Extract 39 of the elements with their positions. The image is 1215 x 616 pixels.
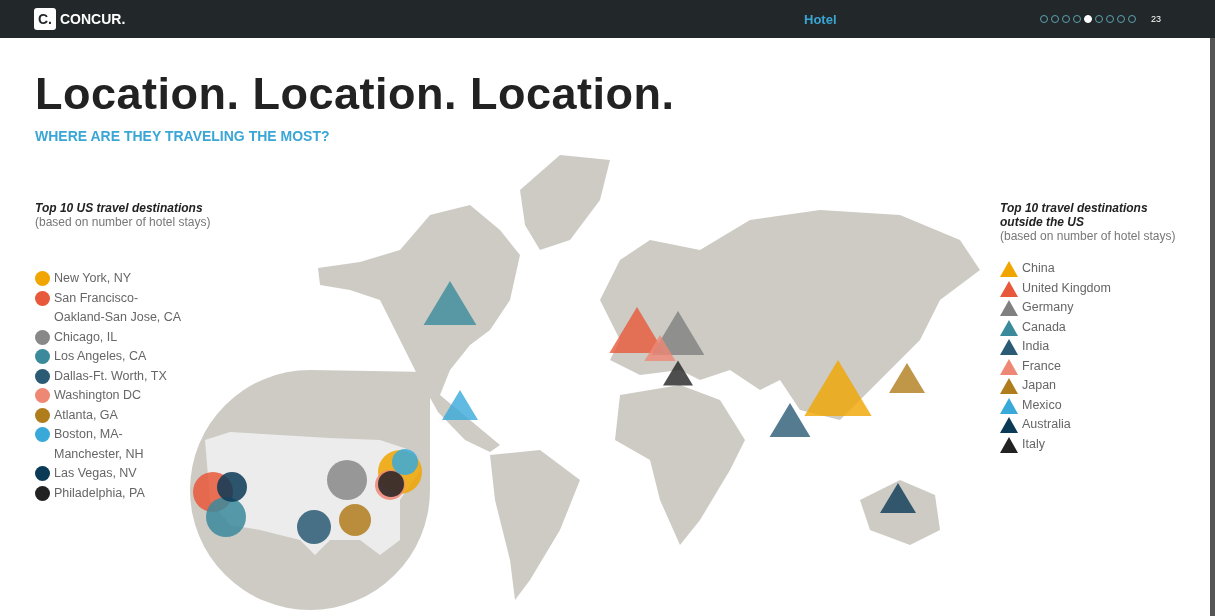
legend-label: Chicago, IL	[54, 328, 118, 346]
legend-label: India	[1022, 338, 1050, 355]
country-marker	[880, 483, 916, 513]
legend-title: Top 10 US travel destinations	[35, 201, 204, 215]
city-marker	[206, 497, 246, 537]
logo-text: CONCUR.	[60, 11, 126, 27]
logo-mark: C.	[34, 8, 56, 30]
legend-label: Philadelphia, PA	[54, 484, 145, 502]
country-marker	[889, 363, 925, 393]
legend-label: Boston, MA-Manchester, NH	[54, 426, 145, 463]
legend-label: Mexico	[1022, 396, 1062, 414]
legend-label: Atlanta, GA	[54, 406, 118, 424]
legend-label: Canada	[1022, 318, 1066, 336]
legend-label: Las Vegas, NV	[54, 465, 137, 482]
legend-label: Dallas-Ft. Worth, TX	[54, 367, 167, 385]
legend-note: (based on number of hotel stays)	[35, 215, 212, 229]
legend-label: Australia	[1022, 416, 1071, 433]
legend-label: China	[1022, 260, 1055, 277]
legend-label: Washington DC	[54, 387, 142, 404]
subtitle: WHERE ARE THEY TRAVELING THE MOST?	[35, 128, 331, 144]
city-marker	[327, 460, 367, 500]
country-marker	[442, 390, 478, 420]
page-number: 23	[1151, 14, 1161, 24]
page-title: Location. Location. Location.	[35, 67, 676, 121]
city-marker	[339, 504, 371, 536]
legend-label: Japan	[1022, 377, 1057, 394]
city-marker	[217, 472, 247, 502]
legend-note: (based on number of hotel stays)	[1000, 229, 1177, 243]
legend-label: Italy	[1022, 435, 1045, 453]
legend-label: Germany	[1022, 299, 1074, 316]
city-marker	[297, 510, 331, 544]
legend-label: New York, NY	[54, 270, 132, 287]
legend-label: Los Angeles, CA	[54, 348, 147, 365]
section-title: Hotel	[804, 11, 838, 27]
country-marker	[423, 281, 477, 325]
legend-label: United Kingdom	[1022, 279, 1111, 297]
legend-title: Top 10 travel destinations outside the US	[1000, 201, 1149, 229]
legend-label: San Francisco-Oakland-San Jose, CA	[54, 289, 182, 326]
legend-label: France	[1022, 357, 1061, 375]
